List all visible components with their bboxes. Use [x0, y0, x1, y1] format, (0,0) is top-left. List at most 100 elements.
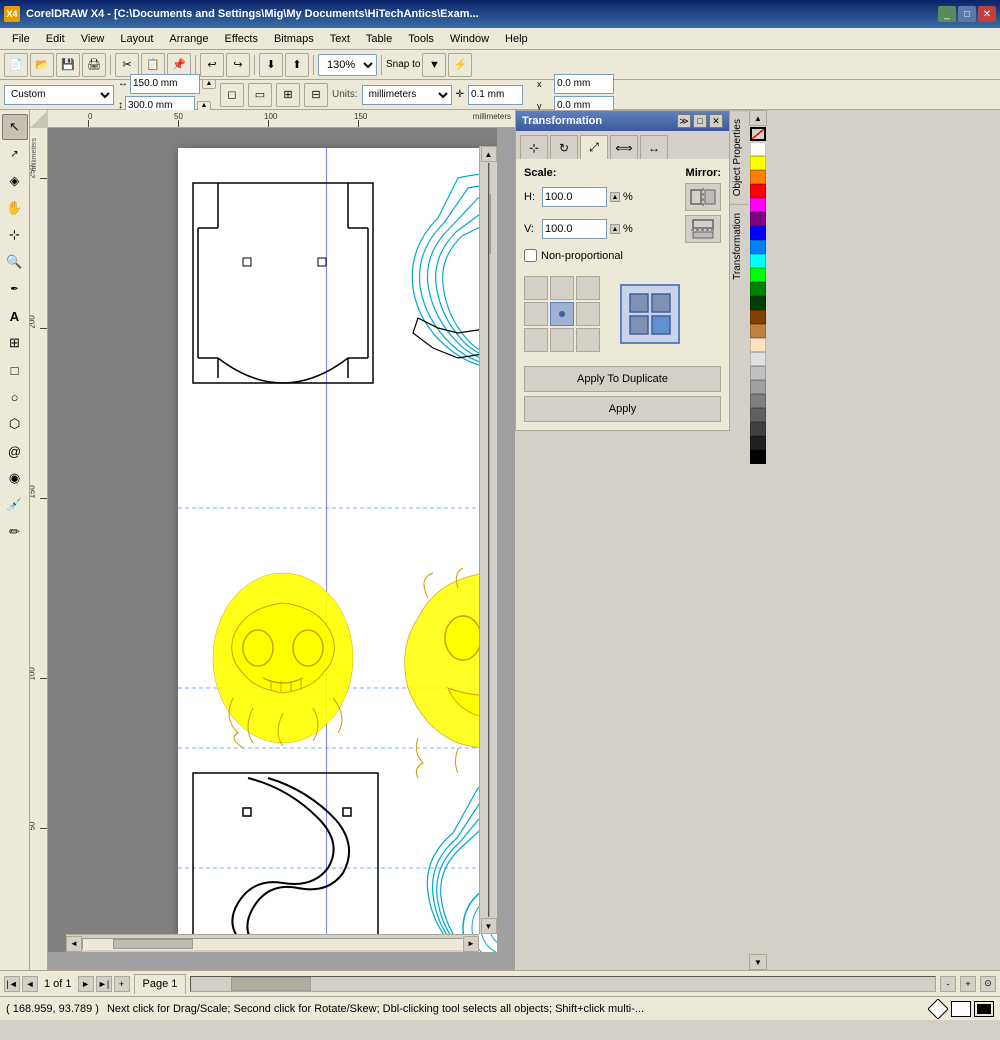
- import-button[interactable]: ⬇: [259, 53, 283, 77]
- h-scale-up[interactable]: ▲: [610, 192, 620, 202]
- scroll-up-button[interactable]: ▲: [481, 146, 497, 162]
- zoom-in-button[interactable]: +: [960, 976, 976, 992]
- pos-bl[interactable]: [524, 328, 548, 352]
- zoom-tool[interactable]: 🔍: [2, 249, 28, 275]
- page-tab[interactable]: Page 1: [134, 974, 187, 994]
- menu-bitmaps[interactable]: Bitmaps: [266, 31, 322, 47]
- color-orange[interactable]: [750, 170, 766, 184]
- scroll-v-track[interactable]: [488, 163, 490, 917]
- first-page-button[interactable]: |◄: [4, 976, 20, 992]
- smudge-tool[interactable]: ✋: [2, 195, 28, 221]
- scroll-v-thumb[interactable]: [489, 194, 491, 254]
- h-scroll-area[interactable]: [190, 976, 936, 992]
- menu-arrange[interactable]: Arrange: [161, 31, 216, 47]
- eyedropper-tool[interactable]: 💉: [2, 492, 28, 518]
- palette-scroll-down[interactable]: ▼: [749, 954, 767, 970]
- tab-rotate[interactable]: ↻: [550, 135, 578, 159]
- zoom-combo[interactable]: 130%: [318, 54, 377, 76]
- export-button[interactable]: ⬆: [285, 53, 309, 77]
- color-magenta[interactable]: [750, 198, 766, 212]
- prev-page-button[interactable]: ◄: [22, 976, 38, 992]
- shape-tool[interactable]: ◈: [2, 168, 28, 194]
- color-brown[interactable]: [750, 310, 766, 324]
- pos-br[interactable]: [576, 328, 600, 352]
- tab-scale[interactable]: ⤢: [580, 135, 608, 159]
- palette-scroll-up[interactable]: ▲: [749, 110, 767, 126]
- portrait-button[interactable]: ◻: [220, 83, 244, 107]
- tab-flip[interactable]: ↔: [640, 135, 668, 159]
- color-verydarkgray[interactable]: [750, 422, 766, 436]
- color-nearlblack[interactable]: [750, 436, 766, 450]
- snap-toggle-button[interactable]: ⚡: [448, 53, 472, 77]
- panel-undock-button[interactable]: □: [693, 114, 707, 128]
- menu-text[interactable]: Text: [322, 31, 358, 47]
- crop-tool[interactable]: ⊹: [2, 222, 28, 248]
- spiral-tool[interactable]: @: [2, 438, 28, 464]
- outline-tool[interactable]: ✏: [2, 519, 28, 545]
- table-tool[interactable]: ⊞: [2, 330, 28, 356]
- freehand-tool[interactable]: ↗: [2, 141, 28, 167]
- scroll-right-button[interactable]: ►: [463, 936, 479, 952]
- panel-close-button[interactable]: ✕: [709, 114, 723, 128]
- next-page-button[interactable]: ►: [78, 976, 94, 992]
- polygon-tool[interactable]: ⬡: [2, 411, 28, 437]
- color-green[interactable]: [750, 268, 766, 282]
- text-tool[interactable]: A: [2, 303, 28, 329]
- pen-tool[interactable]: ✒: [2, 276, 28, 302]
- color-darkgreen[interactable]: [750, 282, 766, 296]
- color-verydarkgreen[interactable]: [750, 296, 766, 310]
- color-blue[interactable]: [750, 226, 766, 240]
- menu-tools[interactable]: Tools: [400, 31, 442, 47]
- scroll-left-button[interactable]: ◄: [66, 936, 82, 952]
- pos-mr[interactable]: [576, 302, 600, 326]
- menu-edit[interactable]: Edit: [38, 31, 73, 47]
- ellipse-tool[interactable]: ○: [2, 384, 28, 410]
- scroll-h-thumb[interactable]: [113, 939, 193, 949]
- color-black[interactable]: [750, 450, 766, 464]
- maximize-button[interactable]: □: [958, 6, 976, 22]
- menu-file[interactable]: File: [4, 31, 38, 47]
- rect-tool[interactable]: □: [2, 357, 28, 383]
- side-tab-transformation[interactable]: Transformation: [730, 204, 748, 288]
- height-up[interactable]: ▲: [197, 101, 211, 111]
- tab-skew[interactable]: ⟺: [610, 135, 638, 159]
- select-tool[interactable]: ↖: [2, 114, 28, 140]
- color-lightgray[interactable]: [750, 352, 766, 366]
- menu-help[interactable]: Help: [497, 31, 536, 47]
- width-input[interactable]: [130, 74, 200, 94]
- pos-mc[interactable]: [550, 302, 574, 326]
- color-cyan[interactable]: [750, 254, 766, 268]
- zoom-out-button[interactable]: -: [940, 976, 956, 992]
- zoom-fit-button[interactable]: ⊙: [980, 976, 996, 992]
- redo-button[interactable]: ↪: [226, 53, 250, 77]
- color-peach[interactable]: [750, 338, 766, 352]
- menu-window[interactable]: Window: [442, 31, 497, 47]
- add-page-button[interactable]: +: [114, 976, 130, 992]
- apply-to-duplicate-button[interactable]: Apply To Duplicate: [524, 366, 721, 392]
- color-purple[interactable]: [750, 212, 766, 226]
- panel-menu-button[interactable]: ≫: [677, 114, 691, 128]
- color-gray[interactable]: [750, 380, 766, 394]
- bleed-button[interactable]: ⊟: [304, 83, 328, 107]
- pos-tr[interactable]: [576, 276, 600, 300]
- scroll-h-track[interactable]: [82, 938, 463, 950]
- x-position[interactable]: [554, 74, 614, 94]
- pos-tc[interactable]: [550, 276, 574, 300]
- color-white[interactable]: [750, 142, 766, 156]
- fill-tool[interactable]: ◉: [2, 465, 28, 491]
- color-silver[interactable]: [750, 366, 766, 380]
- width-up[interactable]: ▲: [202, 79, 216, 89]
- v-scale-up[interactable]: ▲: [610, 224, 620, 234]
- scroll-down-button[interactable]: ▼: [481, 918, 497, 934]
- save-button[interactable]: 💾: [56, 53, 80, 77]
- color-red[interactable]: [750, 184, 766, 198]
- minimize-button[interactable]: _: [938, 6, 956, 22]
- new-button[interactable]: 📄: [4, 53, 28, 77]
- units-combo[interactable]: millimeters: [362, 85, 452, 105]
- print-button[interactable]: 🖨: [82, 53, 106, 77]
- apply-button[interactable]: Apply: [524, 396, 721, 422]
- mirror-h-button[interactable]: [685, 183, 721, 211]
- canvas-inner[interactable]: ▲ ▼ ◄ ►: [48, 128, 497, 952]
- v-scale-input[interactable]: [542, 219, 607, 239]
- color-tan[interactable]: [750, 324, 766, 338]
